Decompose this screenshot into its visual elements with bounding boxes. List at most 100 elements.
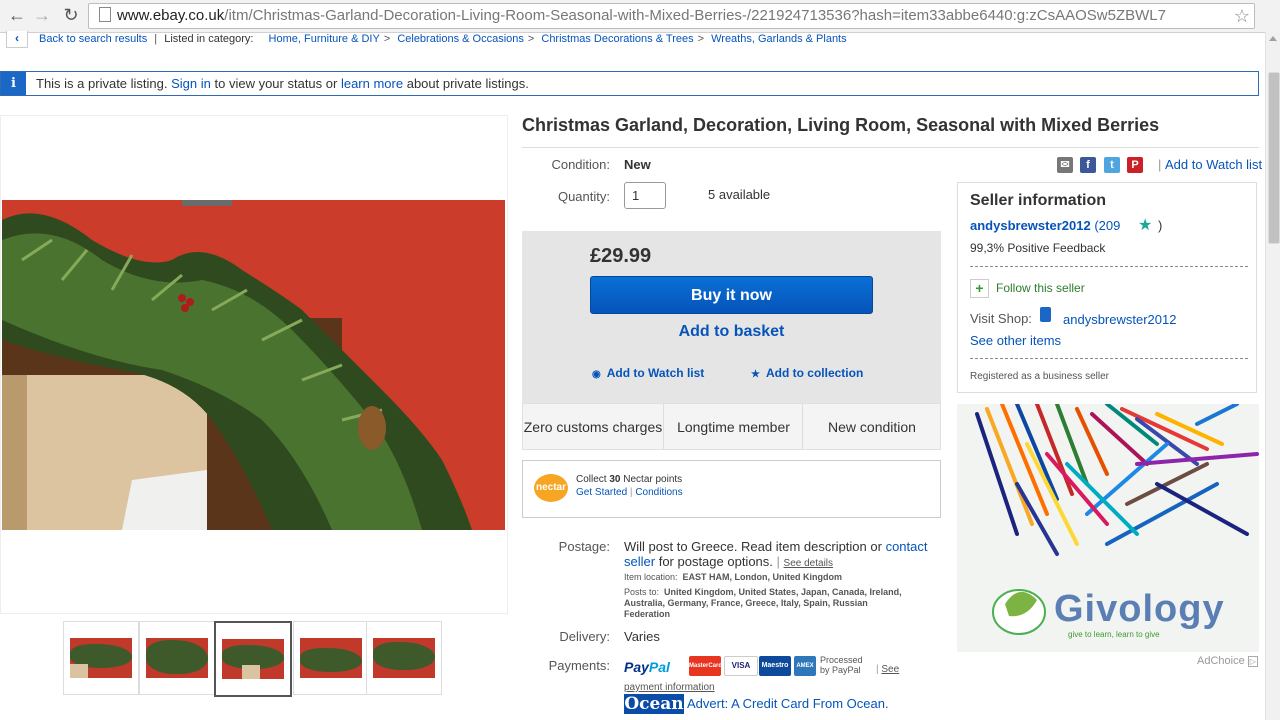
- quantity-input[interactable]: 1: [624, 182, 666, 209]
- nectar-points: 30: [609, 474, 621, 485]
- email-icon[interactable]: ✉: [1057, 157, 1073, 173]
- shop-name: andysbrewster2012: [1063, 312, 1176, 327]
- back-to-results-button[interactable]: ‹: [6, 31, 28, 48]
- registered-business: Registered as a business seller: [970, 371, 1109, 382]
- main-product-image[interactable]: [2, 200, 505, 530]
- get-started-link[interactable]: Get Started: [576, 487, 627, 498]
- location-value: EAST HAM, London, United Kingdom: [682, 572, 843, 582]
- facebook-icon[interactable]: f: [1080, 157, 1096, 173]
- price: £29.99: [590, 245, 652, 267]
- visit-shop-label: Visit Shop:: [970, 311, 1032, 326]
- ocean-logo[interactable]: Ocean: [624, 694, 684, 714]
- shop-icon: [1040, 307, 1051, 322]
- postage-text1: Will post to Greece. Read item descripti…: [624, 539, 882, 554]
- nectar-text: Nectar points: [623, 474, 683, 485]
- divider: [970, 358, 1248, 359]
- thumbnail[interactable]: [293, 621, 369, 695]
- condition-label: Condition:: [551, 157, 610, 172]
- arrow-right-icon[interactable]: →: [31, 4, 53, 26]
- watch-label: Add to Watch list: [606, 366, 705, 380]
- feature-item: Zero customs charges: [523, 418, 663, 435]
- paypal-part: Pay: [624, 659, 649, 675]
- page-icon: [99, 7, 111, 22]
- delivery-value: Varies: [624, 629, 660, 644]
- seller-heading: Seller information: [970, 192, 1107, 209]
- add-to-watch-list-link[interactable]: Add to Watch list: [1165, 157, 1262, 172]
- divider: [970, 266, 1248, 267]
- pinterest-icon[interactable]: P: [1127, 157, 1143, 173]
- item-location: Item location: EAST HAM, London, United …: [624, 572, 842, 582]
- ad-tagline: give to learn, learn to give: [1068, 630, 1160, 639]
- paypal-logo: PayPal: [624, 659, 670, 675]
- score-close: ): [1157, 218, 1163, 233]
- payment-information-link[interactable]: payment information: [624, 682, 715, 693]
- address-bar[interactable]: www.ebay.co.uk/itm/Christmas-Garland-Dec…: [88, 3, 1255, 29]
- see-payment-info: | See: [876, 664, 900, 675]
- payment-info: payment information: [624, 682, 715, 693]
- available-count: 5 available: [708, 187, 771, 202]
- url-path: /itm/Christmas-Garland-Decoration-Living…: [224, 7, 1166, 24]
- add-to-watch-list-button[interactable]: ◉ Add to Watch list: [592, 366, 704, 380]
- scroll-up-icon[interactable]: [1269, 36, 1277, 41]
- twitter-icon[interactable]: t: [1104, 157, 1120, 173]
- breadcrumb-item[interactable]: Wreaths, Garlands & Plants: [711, 33, 847, 45]
- sign-in-link[interactable]: Sign in: [171, 76, 211, 91]
- see-other-items-link[interactable]: See other items: [970, 333, 1061, 348]
- banner-text: This is a private listing.: [36, 76, 168, 91]
- adchoice-label: AdChoice: [1197, 655, 1245, 667]
- ocean-advert: Advert: A Credit Card From Ocean.: [687, 696, 889, 711]
- page-scrollbar[interactable]: [1265, 32, 1280, 720]
- breadcrumb-item[interactable]: Celebrations & Occasions: [397, 33, 524, 45]
- thumbnail[interactable]: [63, 621, 139, 695]
- breadcrumb-item[interactable]: Home, Furniture & DIY: [269, 33, 380, 45]
- info-icon: i: [1, 72, 26, 95]
- back-to-search-link[interactable]: Back to search results: [39, 33, 147, 45]
- add-to-collection-button[interactable]: ★ Add to collection: [751, 366, 863, 380]
- star-icon: ★: [751, 369, 760, 380]
- shop-link[interactable]: andysbrewster2012: [1063, 312, 1176, 327]
- postage-text: Will post to Greece. Read item descripti…: [624, 539, 928, 569]
- feedback-score-link[interactable]: (209: [1094, 218, 1120, 233]
- see-details-link[interactable]: See details: [784, 558, 833, 569]
- star-icon[interactable]: ☆: [1234, 4, 1250, 28]
- arrow-left-icon[interactable]: ←: [6, 4, 28, 26]
- reload-icon[interactable]: ↻: [60, 4, 82, 26]
- seller-name-row: andysbrewster2012 (209 ★ ): [970, 215, 1162, 235]
- thumbnail[interactable]: [366, 621, 442, 695]
- scroll-thumb[interactable]: [1268, 72, 1280, 244]
- add-to-basket-button[interactable]: Add to basket: [590, 323, 873, 345]
- seller-info-box: Seller information andysbrewster2012 (20…: [957, 182, 1257, 393]
- learn-more-link[interactable]: learn more: [341, 76, 403, 91]
- ocean-advert-link[interactable]: Advert: A Credit Card From Ocean.: [687, 696, 889, 711]
- breadcrumb: Back to search results | Listed in categ…: [39, 33, 847, 45]
- feature-item: New condition: [802, 404, 941, 449]
- see-link[interactable]: See: [881, 664, 899, 675]
- amex-icon: AMEX: [794, 656, 816, 676]
- plus-icon[interactable]: +: [970, 279, 989, 298]
- seller-name-link[interactable]: andysbrewster2012: [970, 218, 1091, 233]
- banner-text: to view your status or: [214, 76, 338, 91]
- nectar-box: nectar Collect 30 Nectar points Get Star…: [522, 460, 941, 518]
- quantity-label: Quantity:: [557, 189, 610, 204]
- listed-in-label: Listed in category:: [164, 33, 254, 45]
- posts-to: Posts to: United Kingdom, United States,…: [624, 587, 914, 620]
- feature-strip: Zero customs charges Longtime member New…: [522, 403, 941, 450]
- follow-seller-link[interactable]: Follow this seller: [996, 281, 1085, 295]
- processed-by-paypal: Processed by PayPal: [820, 655, 863, 675]
- ad-brand: Givology: [1054, 588, 1225, 630]
- thumbnail-selected[interactable]: [214, 621, 292, 697]
- conditions-link[interactable]: Conditions: [635, 487, 682, 498]
- paypal-part: Pal: [648, 659, 670, 675]
- private-listing-banner: i This is a private listing. Sign in to …: [0, 71, 1259, 96]
- see-other-items: See other items: [970, 333, 1061, 348]
- adchoice-link[interactable]: AdChoice ▷: [1197, 655, 1258, 667]
- watch-list-top: | Add to Watch list: [1158, 157, 1263, 172]
- maestro-icon: Maestro: [759, 656, 791, 676]
- nectar-text: Collect: [576, 474, 607, 485]
- thumbnail[interactable]: [139, 621, 215, 695]
- buy-it-now-button[interactable]: Buy it now: [590, 276, 873, 314]
- delivery-label: Delivery:: [559, 629, 610, 644]
- feedback-star-icon: ★: [1137, 217, 1153, 234]
- breadcrumb-item[interactable]: Christmas Decorations & Trees: [541, 33, 693, 45]
- visa-icon: VISA: [724, 656, 758, 676]
